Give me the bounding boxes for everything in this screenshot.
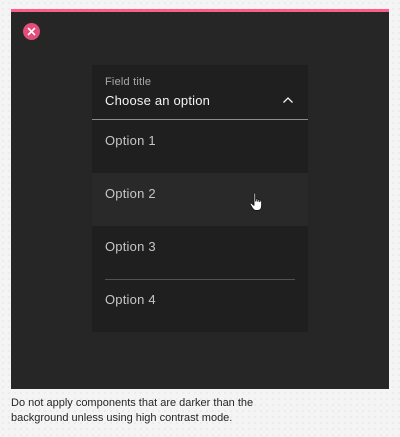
field-title: Field title: [105, 76, 152, 88]
dropdown-field[interactable]: Field title Choose an option: [92, 65, 308, 120]
option-label: Option 4: [105, 292, 156, 307]
close-icon: [27, 27, 36, 36]
hand-pointer-icon: [249, 192, 263, 211]
dropdown-option-1[interactable]: Option 1: [92, 120, 308, 173]
dropdown-option-3[interactable]: Option 3: [92, 226, 308, 279]
dropdown-menu: Option 1 Option 2 Option 3 Option 4: [92, 120, 308, 332]
caption-line-2: background unless using high contrast mo…: [11, 412, 233, 424]
option-label: Option 1: [105, 133, 156, 148]
option-label: Option 2: [105, 186, 156, 201]
caption-line-1: Do not apply components that are darker …: [11, 397, 254, 409]
guideline-caption: Do not apply components that are darker …: [11, 396, 341, 426]
dropdown[interactable]: Field title Choose an option Option 1 Op…: [92, 65, 308, 332]
option-divider: [105, 279, 295, 280]
incorrect-badge: [23, 23, 40, 40]
dropdown-option-4[interactable]: Option 4: [92, 279, 308, 332]
selected-value: Choose an option: [105, 93, 211, 108]
example-canvas: Field title Choose an option Option 1 Op…: [11, 9, 389, 389]
chevron-up-icon[interactable]: [282, 96, 294, 104]
option-label: Option 3: [105, 239, 156, 254]
dropdown-option-2[interactable]: Option 2: [92, 173, 308, 226]
